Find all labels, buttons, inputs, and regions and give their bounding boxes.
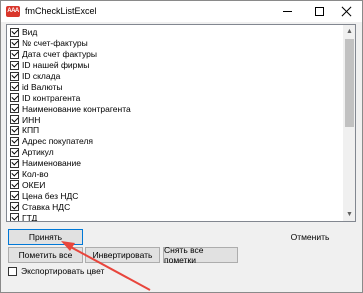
- list-item[interactable]: Цена без НДС: [7, 190, 342, 201]
- title-bar[interactable]: AAA fmCheckListExcel: [1, 1, 362, 22]
- scroll-thumb[interactable]: [345, 39, 354, 127]
- item-label: Вид: [22, 27, 38, 38]
- vertical-scrollbar[interactable]: ▲ ▼: [343, 25, 355, 221]
- item-label: Цена без НДС: [22, 190, 79, 201]
- item-label: ID контрагента: [22, 92, 81, 103]
- item-checkbox[interactable]: [10, 82, 19, 92]
- list-item[interactable]: КПП: [7, 125, 342, 136]
- minimize-button[interactable]: [271, 1, 303, 22]
- item-checkbox[interactable]: [10, 136, 19, 146]
- item-label: № счет-фактуры: [22, 38, 88, 49]
- list-item[interactable]: Артикул: [7, 147, 342, 158]
- list-item[interactable]: Наименование контрагента: [7, 103, 342, 114]
- item-checkbox[interactable]: [10, 202, 19, 212]
- item-label: Ставка НДС: [22, 201, 71, 212]
- list-item[interactable]: Вид: [7, 27, 342, 38]
- item-checkbox[interactable]: [10, 147, 19, 157]
- item-label: ИНН: [22, 114, 41, 125]
- item-checkbox[interactable]: [10, 93, 19, 103]
- item-checkbox[interactable]: [10, 60, 19, 70]
- list-item[interactable]: ОКЕИ: [7, 179, 342, 190]
- item-checkbox[interactable]: [10, 104, 19, 114]
- export-color-label: Экспортировать цвет: [21, 266, 105, 276]
- item-label: КПП: [22, 125, 40, 136]
- list-item[interactable]: id Валюты: [7, 81, 342, 92]
- accept-button[interactable]: Принять: [8, 229, 83, 245]
- item-checkbox[interactable]: [10, 27, 19, 37]
- item-checkbox[interactable]: [10, 191, 19, 201]
- item-label: id Валюты: [22, 81, 63, 92]
- item-checkbox[interactable]: [10, 125, 19, 135]
- item-label: ОКЕИ: [22, 179, 46, 190]
- item-label: Адрес покупателя: [22, 136, 94, 147]
- list-item[interactable]: ID нашей фирмы: [7, 60, 342, 71]
- list-item[interactable]: ИНН: [7, 114, 342, 125]
- item-checkbox[interactable]: [10, 158, 19, 168]
- item-checkbox[interactable]: [10, 169, 19, 179]
- check-all-button[interactable]: Пометить все: [8, 247, 83, 263]
- minimize-icon: [282, 11, 292, 12]
- scroll-up-icon[interactable]: ▲: [343, 25, 355, 38]
- item-checkbox[interactable]: [10, 213, 19, 221]
- field-checklist[interactable]: Вид № счет-фактуры Дата счет фактуры ID наш…: [6, 24, 356, 222]
- list-item[interactable]: Дата счет фактуры: [7, 49, 342, 60]
- export-color-checkbox[interactable]: [8, 266, 17, 276]
- item-label: Дата счет фактуры: [22, 49, 97, 60]
- export-color-option[interactable]: Экспортировать цвет: [8, 266, 104, 276]
- close-icon: [341, 6, 352, 17]
- invert-button[interactable]: Инвертировать: [85, 247, 160, 263]
- list-item[interactable]: Кол-во: [7, 169, 342, 180]
- item-label: Наименование контрагента: [22, 103, 131, 114]
- item-checkbox[interactable]: [10, 71, 19, 81]
- item-label: ID склада: [22, 71, 61, 81]
- cancel-button[interactable]: Отменить: [284, 229, 336, 245]
- app-icon: AAA: [6, 6, 20, 17]
- list-item[interactable]: ID контрагента: [7, 92, 342, 103]
- item-label: Кол-во: [22, 169, 49, 180]
- list-item[interactable]: Наименование: [7, 158, 342, 169]
- list-item[interactable]: ГТД: [7, 212, 342, 222]
- list-item[interactable]: Ставка НДС: [7, 201, 342, 212]
- scroll-down-icon[interactable]: ▼: [343, 208, 355, 221]
- uncheck-all-button[interactable]: Снять все пометки: [163, 245, 238, 265]
- item-label: ID нашей фирмы: [22, 60, 90, 71]
- checklist-items: Вид № счет-фактуры Дата счет фактуры ID наш…: [7, 27, 342, 222]
- list-item[interactable]: ID склада: [7, 71, 342, 82]
- item-checkbox[interactable]: [10, 49, 19, 59]
- check-list-window: AAA fmCheckListExcel Вид № счет-фактуры Да…: [0, 0, 363, 293]
- item-checkbox[interactable]: [10, 180, 19, 190]
- item-label: Артикул: [22, 147, 54, 158]
- maximize-icon: [314, 7, 324, 16]
- list-item[interactable]: Адрес покупателя: [7, 136, 342, 147]
- item-label: ГТД: [22, 212, 38, 222]
- item-label: Наименование: [22, 158, 81, 169]
- close-button[interactable]: [331, 1, 362, 22]
- item-checkbox[interactable]: [10, 38, 19, 48]
- list-item[interactable]: № счет-фактуры: [7, 38, 342, 49]
- item-checkbox[interactable]: [10, 115, 19, 125]
- window-title: fmCheckListExcel: [25, 6, 97, 16]
